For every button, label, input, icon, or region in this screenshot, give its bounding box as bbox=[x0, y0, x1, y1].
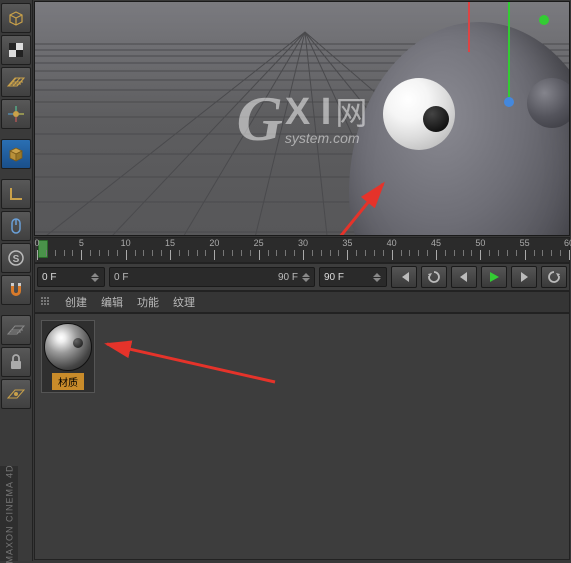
menu-edit[interactable]: 编辑 bbox=[101, 294, 123, 310]
tool-workplane[interactable] bbox=[1, 315, 31, 345]
range-slider[interactable]: 0 F 90 F bbox=[109, 267, 315, 287]
timeline[interactable]: 0 5 10 15 20 25 30 35 40 45 50 55 60 bbox=[34, 237, 570, 263]
btn-next-frame[interactable] bbox=[511, 266, 537, 288]
annotation-arrow-material bbox=[35, 314, 569, 559]
btn-first-frame[interactable] bbox=[391, 266, 417, 288]
tick-label: 30 bbox=[298, 238, 308, 248]
tick-label: 50 bbox=[475, 238, 485, 248]
material-preview-icon bbox=[44, 323, 92, 371]
btn-play[interactable] bbox=[481, 266, 507, 288]
tool-model[interactable] bbox=[1, 139, 31, 169]
tick-label: 40 bbox=[387, 238, 397, 248]
tick-label: 55 bbox=[520, 238, 530, 248]
btn-loop[interactable] bbox=[421, 266, 447, 288]
tick-label: 25 bbox=[254, 238, 264, 248]
tool-axis[interactable] bbox=[1, 179, 31, 209]
scene-small-sphere bbox=[527, 78, 570, 128]
btn-prev-frame[interactable] bbox=[451, 266, 477, 288]
material-label[interactable]: 材质 bbox=[52, 373, 84, 390]
menu-create[interactable]: 创建 bbox=[65, 294, 87, 310]
tool-magnet[interactable] bbox=[1, 275, 31, 305]
main-area: G X I网 system.com 0 5 10 15 20 25 30 35 40 45 50 55… bbox=[33, 0, 571, 561]
field-end-frame[interactable]: 90 F bbox=[319, 267, 387, 287]
tool-lock[interactable] bbox=[1, 347, 31, 377]
tick-label: 5 bbox=[79, 238, 84, 248]
material-menubar: 创建 编辑 功能 纹理 bbox=[34, 291, 570, 313]
svg-text:S: S bbox=[13, 254, 20, 265]
tick-label: 60 bbox=[564, 238, 571, 248]
app-branding: MAXON CINEMA 4D bbox=[0, 466, 18, 561]
scene-eye bbox=[383, 78, 455, 150]
panel-grip-icon[interactable] bbox=[41, 297, 51, 307]
tick-label: 15 bbox=[165, 238, 175, 248]
tool-cube[interactable] bbox=[1, 3, 31, 33]
tool-planar[interactable] bbox=[1, 379, 31, 409]
field-current-frame[interactable]: 0 F bbox=[37, 267, 105, 287]
playback-controls: 0 F 0 F 90 F 90 F bbox=[34, 263, 570, 291]
tool-checker[interactable] bbox=[1, 35, 31, 65]
timeline-track[interactable]: 0 5 10 15 20 25 30 35 40 45 50 55 60 bbox=[37, 238, 569, 262]
tool-floor[interactable] bbox=[1, 67, 31, 97]
tick-label: 35 bbox=[342, 238, 352, 248]
tick-label: 20 bbox=[209, 238, 219, 248]
btn-loop-forward[interactable] bbox=[541, 266, 567, 288]
menu-texture[interactable]: 纹理 bbox=[173, 294, 195, 310]
viewport[interactable]: G X I网 system.com bbox=[34, 1, 570, 236]
tick-label: 10 bbox=[121, 238, 131, 248]
material-panel[interactable]: 材质 bbox=[34, 313, 570, 560]
menu-function[interactable]: 功能 bbox=[137, 294, 159, 310]
tick-label: 45 bbox=[431, 238, 441, 248]
tick-label: 0 bbox=[34, 238, 39, 248]
material-item[interactable]: 材质 bbox=[41, 320, 95, 393]
tool-null[interactable] bbox=[1, 99, 31, 129]
tool-mouse[interactable] bbox=[1, 211, 31, 241]
tool-snap[interactable]: S bbox=[1, 243, 31, 273]
